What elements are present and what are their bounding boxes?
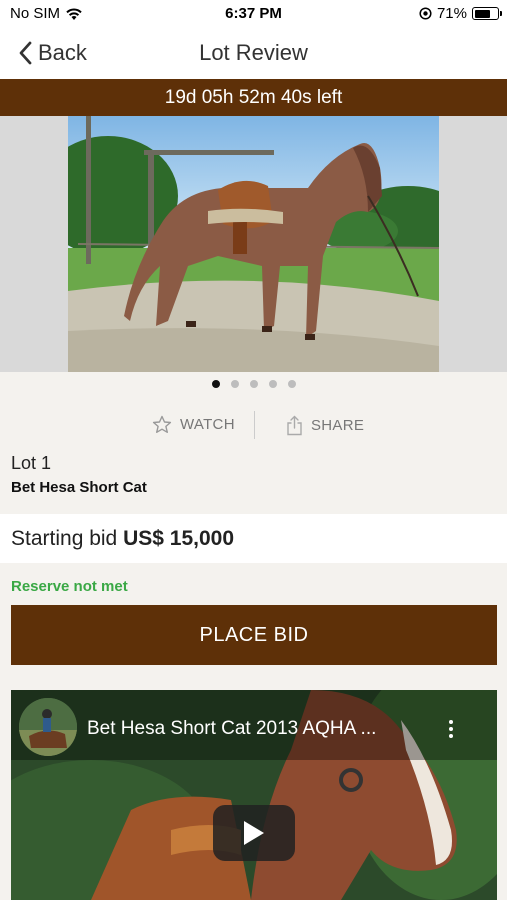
starting-bid-amount: US$ 15,000 (123, 527, 234, 550)
carousel-dot[interactable] (211, 380, 220, 388)
starting-bid-row: Starting bid US$ 15,000 (0, 514, 507, 563)
carousel-dot[interactable] (249, 380, 258, 388)
battery-percent: 71% (436, 5, 467, 22)
nav-bar: Back Lot Review (0, 28, 507, 79)
carousel-dot[interactable] (268, 380, 277, 388)
play-button[interactable] (213, 805, 295, 861)
more-vertical-icon[interactable] (449, 720, 455, 738)
lot-name: Bet Hesa Short Cat (11, 479, 147, 496)
carousel-dot[interactable] (230, 380, 239, 388)
carousel-dot[interactable] (287, 380, 296, 388)
watch-button[interactable]: WATCH (152, 415, 235, 434)
starting-bid: Starting bid US$ 15,000 (11, 527, 234, 551)
countdown-banner: 19d 05h 52m 40s left (0, 79, 507, 116)
action-divider (254, 411, 255, 439)
share-button[interactable]: SHARE (286, 415, 364, 436)
share-icon (287, 415, 302, 436)
star-icon (152, 415, 172, 433)
action-bar: WATCH SHARE (0, 407, 507, 443)
share-label: SHARE (311, 417, 365, 434)
video-title: Bet Hesa Short Cat 2013 AQHA ... (87, 718, 377, 739)
starting-bid-label: Starting bid (11, 527, 118, 550)
horse-photo (68, 116, 439, 372)
video-player[interactable]: Bet Hesa Short Cat 2013 AQHA ... (11, 690, 497, 900)
channel-avatar[interactable] (19, 698, 77, 756)
page-title: Lot Review (199, 40, 308, 65)
watch-label: WATCH (180, 416, 235, 433)
reserve-status: Reserve not met (11, 578, 128, 595)
photo-carousel[interactable] (0, 116, 507, 372)
carousel-indicator (0, 380, 507, 388)
status-right: 71% (419, 5, 502, 22)
battery-icon (472, 7, 502, 20)
status-bar: No SIM 6:37 PM 71% (0, 0, 507, 28)
place-bid-button[interactable]: PLACE BID (11, 605, 497, 665)
play-icon (244, 821, 264, 845)
location-icon (419, 7, 432, 20)
lot-number: Lot 1 (11, 453, 52, 473)
